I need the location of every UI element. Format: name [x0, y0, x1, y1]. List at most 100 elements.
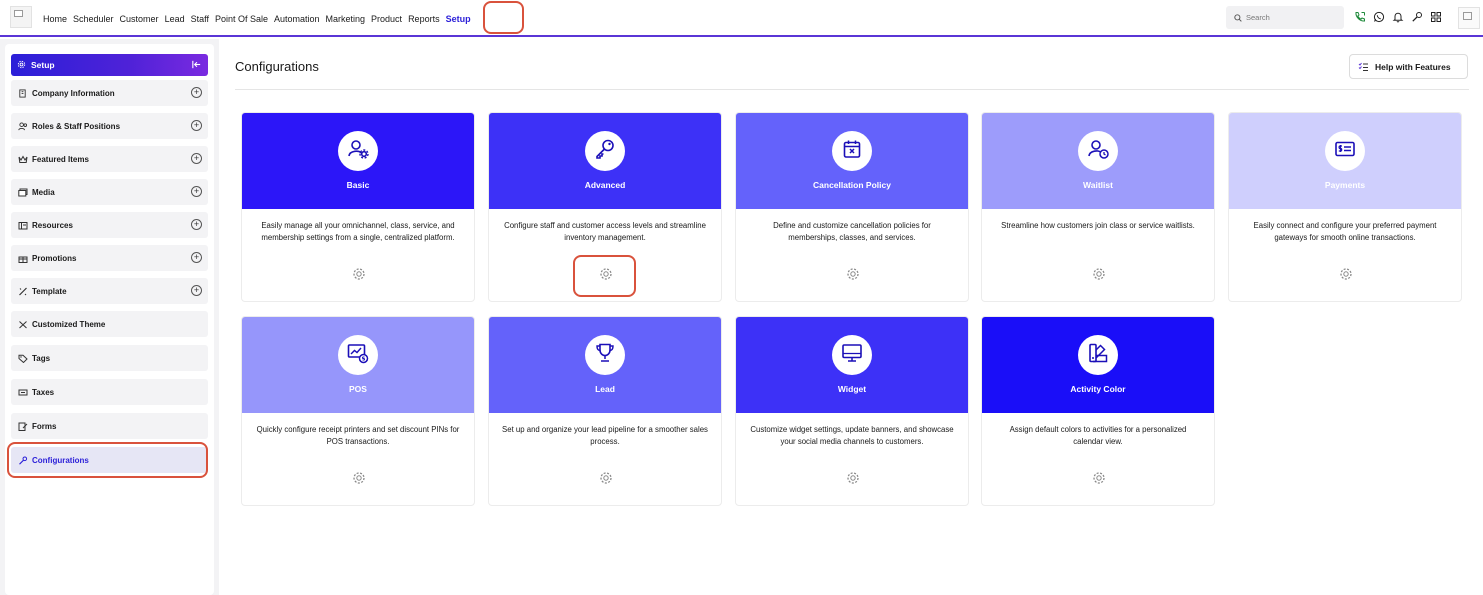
- expand-plus-icon[interactable]: +: [191, 120, 202, 131]
- wrench-icon[interactable]: [1410, 10, 1424, 24]
- sidebar-item-label: Promotions: [32, 253, 77, 263]
- sidebar-item-label: Forms: [32, 421, 57, 431]
- card-description: Quickly configure receipt printers and s…: [256, 425, 460, 446]
- trophy-icon: [593, 341, 617, 370]
- nav-reports[interactable]: Reports: [408, 14, 440, 24]
- taxes-icon: [17, 387, 28, 398]
- gear-icon[interactable]: [845, 266, 860, 281]
- card-icon-circle: [585, 131, 625, 171]
- help-with-features-button[interactable]: Help with Features: [1349, 54, 1468, 79]
- sidebar-item-label: Media: [32, 187, 55, 197]
- card-title: Waitlist: [1083, 180, 1113, 190]
- sidebar-item-customized-theme[interactable]: Customized Theme: [11, 311, 208, 337]
- highlight-setup-annotation: [483, 1, 524, 34]
- gear-icon[interactable]: [1338, 266, 1353, 281]
- nav-customer[interactable]: Customer: [120, 14, 159, 24]
- card-title: Payments: [1324, 180, 1366, 190]
- nav-product[interactable]: Product: [371, 14, 402, 24]
- nav-automation[interactable]: Automation: [274, 14, 320, 24]
- expand-plus-icon[interactable]: +: [191, 186, 202, 197]
- top-navbar: Home Scheduler Customer Lead Staff Point…: [0, 0, 1483, 37]
- config-card-pos[interactable]: POS Quickly configure receipt printers a…: [241, 316, 475, 506]
- gear-icon[interactable]: [351, 470, 366, 485]
- pos-chart-icon: [346, 341, 370, 370]
- sidebar-item-media[interactable]: Media +: [11, 179, 208, 205]
- config-card-payments[interactable]: Payments Easily connect and configure yo…: [1228, 112, 1462, 302]
- top-icon-group: [1353, 10, 1448, 24]
- expand-plus-icon[interactable]: +: [191, 252, 202, 263]
- card-title: POS: [349, 384, 367, 394]
- card-dollar-icon: [1333, 137, 1357, 166]
- bell-icon[interactable]: [1391, 10, 1405, 24]
- collapse-sidebar-icon[interactable]: [191, 59, 202, 72]
- card-header: POS: [242, 317, 474, 413]
- config-card-lead[interactable]: Lead Set up and organize your lead pipel…: [488, 316, 722, 506]
- nav-lead[interactable]: Lead: [165, 14, 185, 24]
- nav-home[interactable]: Home: [43, 14, 67, 24]
- card-title: Cancellation Policy: [813, 180, 891, 190]
- card-icon-circle: [338, 335, 378, 375]
- sidebar-region: Setup Company Information + Roles & Staf…: [0, 39, 219, 595]
- expand-plus-icon[interactable]: +: [191, 153, 202, 164]
- gear-icon[interactable]: [1091, 266, 1106, 281]
- card-header: Widget: [736, 317, 968, 413]
- expand-plus-icon[interactable]: +: [191, 285, 202, 296]
- sidebar-item-label: Featured Items: [32, 154, 89, 164]
- palette-icon: [1086, 341, 1110, 370]
- nav-staff[interactable]: Staff: [191, 14, 209, 24]
- search-icon: [1234, 9, 1242, 27]
- nav-setup[interactable]: Setup: [446, 14, 471, 24]
- sidebar-item-resources[interactable]: Resources +: [11, 212, 208, 238]
- sidebar-item-forms[interactable]: Forms: [11, 413, 208, 439]
- card-header: Basic: [242, 113, 474, 209]
- theme-icon: [17, 319, 28, 330]
- sidebar-item-taxes[interactable]: Taxes: [11, 379, 208, 405]
- card-icon-circle: [338, 131, 378, 171]
- card-title: Widget: [837, 384, 867, 394]
- sidebar-header: Setup: [11, 54, 208, 76]
- gear-icon[interactable]: [845, 470, 860, 485]
- sidebar-item-label: Resources: [32, 220, 73, 230]
- config-card-cancellation-policy[interactable]: Cancellation Policy Define and customize…: [735, 112, 969, 302]
- sidebar-item-label: Tags: [32, 353, 51, 363]
- card-title: Activity Color: [1070, 384, 1126, 394]
- sidebar-item-tags[interactable]: Tags: [11, 345, 208, 371]
- config-card-activity-color[interactable]: Activity Color Assign default colors to …: [981, 316, 1215, 506]
- nav-point-of-sale[interactable]: Point Of Sale: [215, 14, 268, 24]
- sidebar-item-promotions[interactable]: Promotions +: [11, 245, 208, 271]
- gear-icon[interactable]: [1091, 470, 1106, 485]
- logo-image[interactable]: [10, 6, 32, 28]
- sidebar-item-company-information[interactable]: Company Information +: [11, 80, 208, 106]
- card-description: Define and customize cancellation polici…: [773, 221, 931, 242]
- nav-marketing[interactable]: Marketing: [326, 14, 366, 24]
- expand-plus-icon[interactable]: +: [191, 219, 202, 230]
- apps-grid-icon[interactable]: [1429, 10, 1443, 24]
- sidebar-item-roles-staff[interactable]: Roles & Staff Positions +: [11, 113, 208, 139]
- card-description: Streamline how customers join class or s…: [1001, 221, 1195, 230]
- gear-icon[interactable]: [351, 266, 366, 281]
- expand-plus-icon[interactable]: +: [191, 87, 202, 98]
- tag-icon: [17, 353, 28, 364]
- config-card-widget[interactable]: Widget Customize widget settings, update…: [735, 316, 969, 506]
- phone-icon[interactable]: [1353, 10, 1367, 24]
- users-icon: [17, 121, 28, 132]
- whatsapp-icon[interactable]: [1372, 10, 1386, 24]
- search-input[interactable]: [1246, 13, 1336, 22]
- template-icon: [17, 286, 28, 297]
- config-card-basic[interactable]: Basic Easily manage all your omnichannel…: [241, 112, 475, 302]
- card-header: Waitlist: [982, 113, 1214, 209]
- card-icon-circle: [1325, 131, 1365, 171]
- global-search[interactable]: [1226, 6, 1344, 29]
- card-header: Payments: [1229, 113, 1461, 209]
- gear-icon[interactable]: [598, 470, 613, 485]
- card-description: Assign default colors to activities for …: [1009, 425, 1187, 446]
- nav-scheduler[interactable]: Scheduler: [73, 14, 114, 24]
- monitor-icon: [840, 341, 864, 370]
- sidebar-item-label: Taxes: [32, 387, 55, 397]
- user-avatar[interactable]: [1458, 7, 1480, 29]
- sidebar-item-featured-items[interactable]: Featured Items +: [11, 146, 208, 172]
- sidebar-item-label: Company Information: [32, 88, 115, 98]
- sidebar-item-template[interactable]: Template +: [11, 278, 208, 304]
- config-card-waitlist[interactable]: Waitlist Streamline how customers join c…: [981, 112, 1215, 302]
- card-icon-circle: [832, 131, 872, 171]
